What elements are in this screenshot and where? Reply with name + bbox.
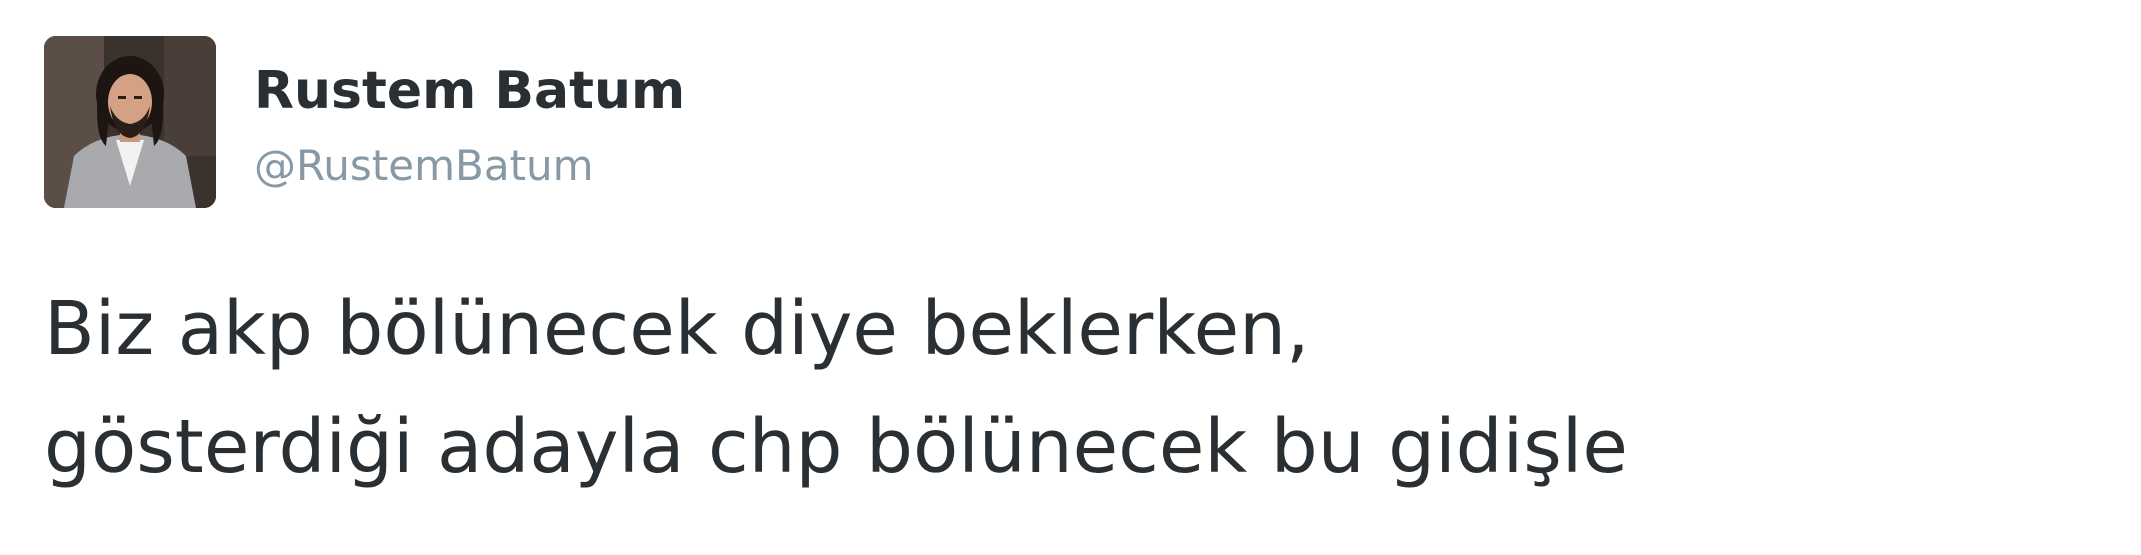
user-avatar-icon — [44, 36, 216, 208]
tweet-text-line: gösterdiği adayla chp bölünecek bu gidiş… — [44, 404, 1628, 490]
tweet-card: Rustem Batum @RustemBatum Biz akp bölüne… — [0, 0, 2141, 555]
avatar[interactable] — [44, 36, 216, 208]
user-handle[interactable]: @RustemBatum — [254, 138, 594, 194]
tweet-text: Biz akp bölünecek diye beklerken, göster… — [44, 270, 2104, 506]
tweet-text-line: Biz akp bölünecek diye beklerken, — [44, 286, 1310, 372]
display-name[interactable]: Rustem Batum — [254, 58, 685, 124]
